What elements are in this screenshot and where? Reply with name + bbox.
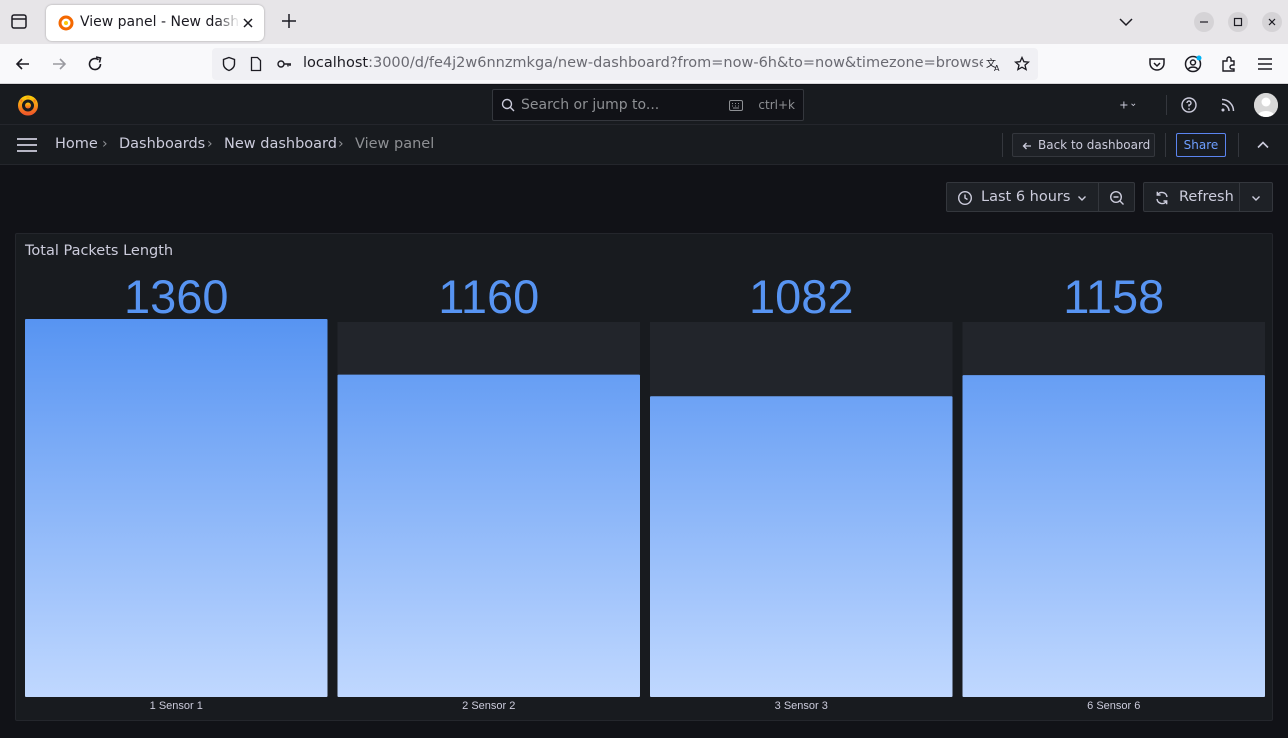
help-icon[interactable] (1179, 95, 1199, 115)
breadcrumb-new-dashboard[interactable]: New dashboard (224, 136, 337, 152)
time-range-picker[interactable]: Last 6 hours (946, 182, 1099, 212)
extensions-icon[interactable] (1219, 54, 1239, 74)
account-icon[interactable] (1183, 54, 1203, 74)
tab-list-icon[interactable] (8, 10, 30, 32)
pocket-icon[interactable] (1147, 54, 1167, 74)
refresh-icon (1156, 191, 1168, 205)
bar[interactable] (337, 374, 641, 697)
app-menu-icon[interactable] (1255, 54, 1275, 74)
breadcrumb-bar: Home › Dashboards › New dashboard › View… (0, 125, 1288, 165)
search-bar[interactable]: Search or jump to... ctrl+k (492, 89, 804, 121)
breadcrumb-chevron-icon: › (102, 136, 108, 152)
breadcrumb-chevron-icon: › (338, 136, 344, 152)
url-text[interactable]: localhost:3000/d/fe4j2w6nnzmkga/new-dash… (303, 55, 983, 71)
bar-category-label: 2 Sensor 2 (462, 700, 515, 712)
svg-text:A: A (994, 64, 1000, 72)
forward-arrow-icon[interactable] (49, 54, 69, 74)
bar[interactable] (962, 375, 1266, 697)
chevron-down-icon (1078, 196, 1086, 201)
breadcrumb-home[interactable]: Home (55, 136, 98, 152)
search-placeholder: Search or jump to... (521, 97, 660, 113)
grafana-logo-icon[interactable] (16, 93, 40, 117)
minimize-window-icon[interactable] (1194, 12, 1214, 32)
keyboard-icon (729, 100, 743, 111)
bar-value-label: 1158 (1063, 270, 1164, 323)
add-new-plus-icon[interactable] (1118, 95, 1138, 115)
translate-icon[interactable]: 文 A (986, 56, 1002, 72)
breadcrumb-dashboards[interactable]: Dashboards (119, 136, 205, 152)
bar-value-label: 1360 (124, 270, 229, 323)
bar-category-label: 1 Sensor 1 (150, 700, 203, 712)
share-button[interactable]: Share (1176, 133, 1226, 157)
zoom-out-button[interactable] (1099, 182, 1135, 212)
bar[interactable] (650, 396, 953, 697)
close-window-icon[interactable] (1262, 12, 1282, 32)
back-to-dashboard-label: Back to dashboard (1038, 138, 1151, 152)
bar-gauge-chart: 1360 1 Sensor 1 1160 2 Sensor 2 1082 3 Sensor… (25, 270, 1266, 712)
refresh-interval-dropdown[interactable] (1240, 182, 1273, 212)
close-tab-icon[interactable] (240, 15, 256, 31)
clock-icon (957, 190, 973, 206)
back-to-dashboard-button[interactable]: Back to dashboard (1012, 133, 1155, 157)
breadcrumb-view-panel: View panel (355, 136, 435, 152)
user-avatar[interactable] (1254, 93, 1278, 117)
menu-hamburger-icon[interactable] (17, 137, 37, 153)
zoom-out-icon (1109, 190, 1124, 205)
bar-value-label: 1082 (749, 270, 854, 323)
grafana-favicon-icon (58, 15, 74, 31)
new-tab-icon[interactable] (280, 12, 298, 30)
bar-category-label: 6 Sensor 6 (1087, 700, 1140, 712)
breadcrumb-chevron-icon: › (207, 136, 213, 152)
arrow-left-icon (1022, 142, 1031, 150)
permissions-key-icon[interactable] (276, 56, 292, 72)
divider (1002, 133, 1003, 157)
page-icon[interactable] (248, 56, 264, 72)
chevron-up-icon[interactable] (1256, 138, 1270, 152)
news-rss-icon[interactable] (1218, 95, 1238, 115)
shield-icon[interactable] (221, 56, 237, 72)
search-icon (501, 98, 515, 112)
browser-nav-bar: localhost:3000/d/fe4j2w6nnzmkga/new-dash… (0, 44, 1288, 84)
browser-tab-active[interactable]: View panel - New dashboard - Grafana (46, 5, 264, 41)
bookmark-star-icon[interactable] (1014, 56, 1030, 72)
bar-gauge-panel: Total Packets Length 1360 1 Sensor 1 1160 2… (15, 233, 1273, 721)
grafana-top-bar: Search or jump to... ctrl+k (0, 85, 1288, 125)
chevron-down-icon (1252, 196, 1260, 201)
divider (1166, 95, 1167, 115)
divider (1165, 133, 1166, 157)
refresh-button[interactable]: Refresh (1143, 182, 1240, 212)
url-bar[interactable]: localhost:3000/d/fe4j2w6nnzmkga/new-dash… (212, 48, 1038, 80)
back-arrow-icon[interactable] (13, 54, 33, 74)
tab-title: View panel - New dashboard - Grafana (80, 14, 240, 30)
time-range-label: Last 6 hours (981, 189, 1071, 205)
bar-category-label: 3 Sensor 3 (775, 700, 828, 712)
bar-value-label: 1160 (438, 270, 539, 323)
reload-icon[interactable] (85, 54, 105, 74)
list-all-tabs-chevron-icon[interactable] (1118, 14, 1134, 30)
maximize-window-icon[interactable] (1228, 12, 1248, 32)
bar[interactable] (25, 319, 328, 697)
browser-tab-bar: View panel - New dashboard - Grafana (0, 0, 1288, 44)
divider (1238, 133, 1239, 157)
refresh-label: Refresh (1179, 189, 1234, 205)
search-shortcut: ctrl+k (758, 98, 795, 112)
